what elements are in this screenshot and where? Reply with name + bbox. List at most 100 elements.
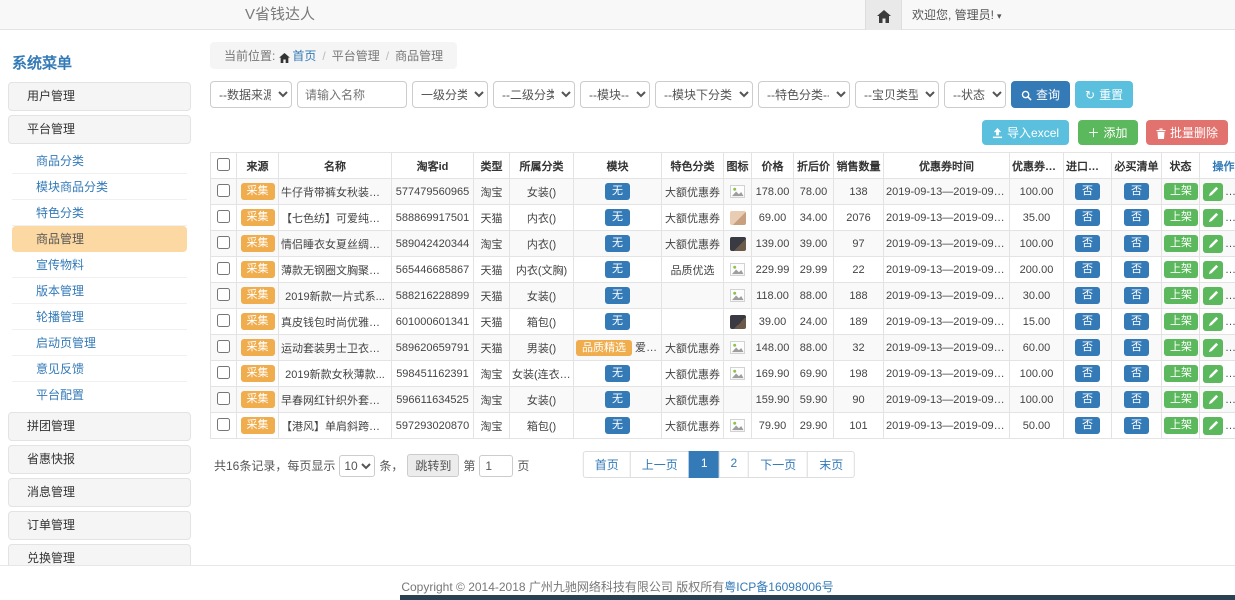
status-badge[interactable]: 上架 [1164,183,1198,199]
imported-toggle[interactable]: 否 [1075,391,1100,407]
page-button-下一页[interactable]: 下一页 [748,451,808,478]
status-badge[interactable]: 上架 [1164,365,1198,381]
sidebar-group-消息管理[interactable]: 消息管理 [8,478,191,507]
row-checkbox[interactable] [217,236,230,249]
row-checkbox[interactable] [217,210,230,223]
edit-button[interactable] [1203,365,1223,383]
imported-toggle[interactable]: 否 [1075,365,1100,381]
imported-toggle[interactable]: 否 [1075,313,1100,329]
user-menu[interactable]: 欢迎您, 管理员!▾ [912,0,1002,31]
row-checkbox[interactable] [217,262,230,275]
imported-toggle[interactable]: 否 [1075,287,1100,303]
sidebar-item-版本管理[interactable]: 版本管理 [12,278,187,304]
row-checkbox[interactable] [217,184,230,197]
row-checkbox[interactable] [217,340,230,353]
edit-button[interactable] [1203,287,1223,305]
product-thumbnail [730,237,746,251]
row-checkbox[interactable] [217,418,230,431]
page-button-上一页[interactable]: 上一页 [630,451,690,478]
page-button-末页[interactable]: 末页 [807,451,855,478]
status-badge[interactable]: 上架 [1164,261,1198,277]
page-button-2[interactable]: 2 [719,451,750,478]
must-buy-toggle[interactable]: 否 [1124,209,1149,225]
row-checkbox[interactable] [217,314,230,327]
edit-button[interactable] [1203,235,1223,253]
row-checkbox[interactable] [217,366,230,379]
status-badge[interactable]: 上架 [1164,287,1198,303]
sidebar-item-轮播管理[interactable]: 轮播管理 [12,304,187,330]
filter-select-2[interactable]: 一级分类 [412,81,488,108]
column-header-特色分类: 特色分类 [662,153,724,179]
imported-toggle[interactable]: 否 [1075,183,1100,199]
per-page-select[interactable]: 10 [339,455,375,477]
filter-select-6[interactable]: --特色分类-- [758,81,850,108]
name-search-input[interactable] [297,81,407,108]
must-buy-toggle[interactable]: 否 [1124,391,1149,407]
sidebar-item-启动页管理[interactable]: 启动页管理 [12,330,187,356]
status-badge[interactable]: 上架 [1164,391,1198,407]
reset-button[interactable]: ↻重置 [1075,81,1133,108]
sidebar-item-商品分类[interactable]: 商品分类 [12,148,187,174]
sidebar-group-平台管理[interactable]: 平台管理 [8,115,191,144]
product-type: 淘宝 [474,231,510,257]
search-icon [1021,88,1032,102]
icp-link[interactable]: 粤ICP备16098006号 [724,580,833,594]
filter-select-8[interactable]: --状态-- [944,81,1006,108]
page-button-1[interactable]: 1 [689,451,720,478]
home-button[interactable] [865,0,902,30]
jump-button[interactable]: 跳转到 [407,454,459,477]
filter-select-0[interactable]: --数据来源-- [210,81,292,108]
filter-select-4[interactable]: --模块-- [580,81,650,108]
sidebar-group-省惠快报[interactable]: 省惠快报 [8,445,191,474]
status-badge[interactable]: 上架 [1164,417,1198,433]
filter-select-3[interactable]: --二级分类-- [493,81,575,108]
row-checkbox[interactable] [217,288,230,301]
filter-select-7[interactable]: --宝贝类型-- [855,81,939,108]
must-buy-toggle[interactable]: 否 [1124,339,1149,355]
status-badge[interactable]: 上架 [1164,313,1198,329]
imported-toggle[interactable]: 否 [1075,235,1100,251]
must-buy-toggle[interactable]: 否 [1124,313,1149,329]
batch-delete-button[interactable]: 批量删除 [1146,120,1228,145]
imported-toggle[interactable]: 否 [1075,209,1100,225]
sidebar-item-商品管理[interactable]: 商品管理 [12,226,187,252]
sidebar-item-模块商品分类[interactable]: 模块商品分类 [12,174,187,200]
import-excel-button[interactable]: 导入excel [982,120,1069,145]
row-checkbox[interactable] [217,392,230,405]
status-badge[interactable]: 上架 [1164,339,1198,355]
sidebar-group-用户管理[interactable]: 用户管理 [8,82,191,111]
must-buy-toggle[interactable]: 否 [1124,287,1149,303]
jump-page-input[interactable] [479,455,513,477]
select-all-checkbox[interactable] [217,158,230,171]
batch-delete-label: 批量删除 [1170,124,1218,141]
sidebar-group-拼团管理[interactable]: 拼团管理 [8,412,191,441]
add-button[interactable]: ＋ 添加 [1078,120,1138,145]
edit-button[interactable] [1203,261,1223,279]
search-button[interactable]: 查询 [1011,81,1070,108]
must-buy-toggle[interactable]: 否 [1124,417,1149,433]
sidebar-item-宣传物料[interactable]: 宣传物料 [12,252,187,278]
breadcrumb-home-link[interactable]: 首页 [292,49,316,63]
edit-button[interactable] [1203,209,1223,227]
discount-price: 29.90 [794,413,834,439]
edit-button[interactable] [1203,183,1223,201]
status-badge[interactable]: 上架 [1164,209,1198,225]
edit-button[interactable] [1203,391,1223,409]
edit-button[interactable] [1203,313,1223,331]
edit-button[interactable] [1203,339,1223,357]
must-buy-toggle[interactable]: 否 [1124,235,1149,251]
filter-select-5[interactable]: --模块下分类-- [655,81,753,108]
must-buy-toggle[interactable]: 否 [1124,365,1149,381]
edit-button[interactable] [1203,417,1223,435]
page-button-首页[interactable]: 首页 [583,451,631,478]
status-badge[interactable]: 上架 [1164,235,1198,251]
sidebar-group-订单管理[interactable]: 订单管理 [8,511,191,540]
must-buy-toggle[interactable]: 否 [1124,261,1149,277]
imported-toggle[interactable]: 否 [1075,261,1100,277]
imported-toggle[interactable]: 否 [1075,417,1100,433]
sidebar-item-特色分类[interactable]: 特色分类 [12,200,187,226]
sidebar-item-平台配置[interactable]: 平台配置 [12,382,187,408]
imported-toggle[interactable]: 否 [1075,339,1100,355]
must-buy-toggle[interactable]: 否 [1124,183,1149,199]
sidebar-item-意见反馈[interactable]: 意见反馈 [12,356,187,382]
